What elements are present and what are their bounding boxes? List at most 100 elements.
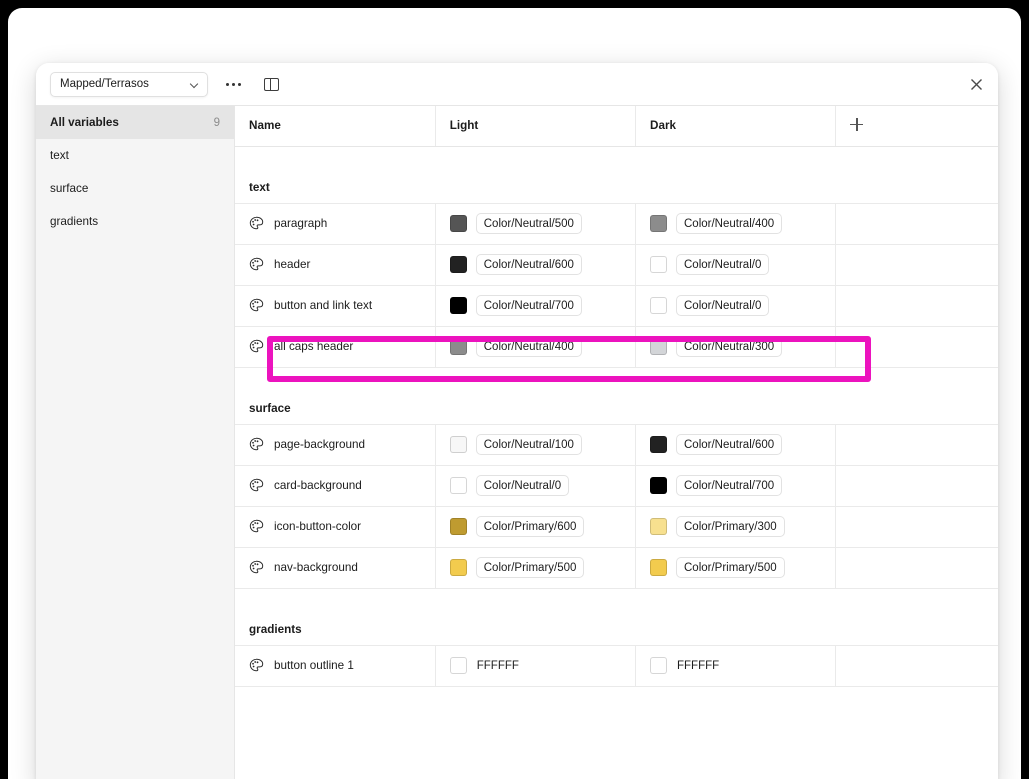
variable-dark-cell[interactable]: Color/Neutral/0 <box>635 244 837 286</box>
variable-dark-cell[interactable]: Color/Neutral/0 <box>635 285 837 327</box>
collection-dropdown[interactable]: Mapped/Terrasos <box>50 71 208 97</box>
sidebar-item-text[interactable]: text <box>36 139 234 172</box>
color-swatch[interactable] <box>449 215 467 232</box>
sidebar-item-surface[interactable]: surface <box>36 172 234 205</box>
more-options-button[interactable] <box>220 72 246 96</box>
sidebar-item-gradients[interactable]: gradients <box>36 205 234 238</box>
variable-name-wrapper: nav-background <box>235 560 435 575</box>
variable-light-cell[interactable]: Color/Neutral/600 <box>435 244 637 286</box>
value-label[interactable]: Color/Neutral/100 <box>475 434 582 455</box>
value-label[interactable]: Color/Neutral/600 <box>475 254 582 275</box>
variable-name-cell[interactable]: header <box>235 244 436 286</box>
column-header-dark[interactable]: Dark <box>635 106 837 147</box>
value-label[interactable]: Color/Neutral/300 <box>676 336 783 357</box>
variable-name-cell[interactable]: page-background <box>235 424 436 466</box>
value-label[interactable]: Color/Neutral/600 <box>676 434 783 455</box>
variable-light-cell[interactable]: Color/Neutral/100 <box>435 424 637 466</box>
variable-light-cell[interactable]: Color/Neutral/500 <box>435 203 637 245</box>
color-swatch[interactable] <box>650 297 667 314</box>
value-label[interactable]: Color/Primary/500 <box>475 557 585 578</box>
variable-name-cell[interactable]: button outline 1 <box>235 645 436 687</box>
value-label[interactable]: Color/Neutral/500 <box>475 213 582 234</box>
value-label[interactable]: Color/Neutral/0 <box>676 295 770 316</box>
color-swatch[interactable] <box>449 657 467 674</box>
color-palette-icon <box>249 560 264 574</box>
variable-name-label: icon-button-color <box>274 520 362 533</box>
value-label[interactable]: Color/Neutral/700 <box>676 475 783 496</box>
variable-dark-cell[interactable]: Color/Primary/500 <box>635 547 837 589</box>
color-swatch[interactable] <box>449 559 467 576</box>
panel-toggle-button[interactable] <box>258 72 284 96</box>
variable-light-cell[interactable]: Color/Primary/600 <box>435 506 637 548</box>
value-label[interactable]: Color/Neutral/400 <box>676 213 783 234</box>
group-header-row: surface <box>235 367 998 425</box>
column-header-light[interactable]: Light <box>435 106 637 147</box>
table-row[interactable]: nav-background Color/Primary/500 Color/Pri… <box>235 547 998 589</box>
variable-light-cell[interactable]: Color/Neutral/0 <box>435 465 637 507</box>
color-palette-icon <box>249 257 264 271</box>
variable-name-cell[interactable]: icon-button-color <box>235 506 436 548</box>
group-name: surface <box>235 367 998 425</box>
variable-light-cell[interactable]: Color/Neutral/400 <box>435 326 637 368</box>
color-swatch[interactable] <box>449 477 467 494</box>
variable-name-label: paragraph <box>274 217 328 230</box>
value-label[interactable]: Color/Primary/500 <box>676 557 785 578</box>
empty-mode-cell <box>835 506 998 548</box>
table-row[interactable]: button outline 1 FFFFFF FFFFFF <box>235 645 998 687</box>
color-swatch[interactable] <box>449 436 467 453</box>
table-row[interactable]: icon-button-color Color/Primary/600 Color/… <box>235 506 998 548</box>
column-header-name[interactable]: Name <box>235 106 436 147</box>
empty-mode-cell <box>835 645 998 687</box>
sidebar-item-all-variables[interactable]: All variables 9 <box>36 106 234 139</box>
variable-dark-cell[interactable]: Color/Neutral/400 <box>635 203 837 245</box>
color-swatch[interactable] <box>449 518 467 535</box>
value-wrapper: Color/Neutral/700 <box>436 295 635 316</box>
color-swatch[interactable] <box>650 338 667 355</box>
table-row[interactable]: card-background Color/Neutral/0 Color/Neut… <box>235 465 998 507</box>
color-swatch[interactable] <box>650 518 667 535</box>
variable-light-cell[interactable]: Color/Primary/500 <box>435 547 637 589</box>
empty-mode-cell <box>835 285 998 327</box>
variable-name-cell[interactable]: card-background <box>235 465 436 507</box>
color-swatch[interactable] <box>650 215 667 232</box>
color-palette-icon <box>249 437 264 451</box>
value-label: FFFFFF <box>476 659 519 672</box>
ellipsis-icon-dot <box>225 82 229 86</box>
table-row[interactable]: button and link text Color/Neutral/700 Col… <box>235 285 998 327</box>
value-label[interactable]: Color/Primary/300 <box>676 516 785 537</box>
value-label[interactable]: Color/Primary/600 <box>475 516 585 537</box>
variable-dark-cell[interactable]: Color/Primary/300 <box>635 506 837 548</box>
table-row[interactable]: page-background Color/Neutral/100 Color/Ne… <box>235 424 998 466</box>
value-label[interactable]: Color/Neutral/700 <box>475 295 582 316</box>
variable-dark-cell[interactable]: Color/Neutral/300 <box>635 326 837 368</box>
color-swatch[interactable] <box>449 256 467 273</box>
variable-light-cell[interactable]: Color/Neutral/700 <box>435 285 637 327</box>
variable-name-cell[interactable]: all caps header <box>235 326 436 368</box>
value-label[interactable]: Color/Neutral/0 <box>676 254 770 275</box>
variable-light-cell[interactable]: FFFFFF <box>435 645 637 687</box>
color-swatch[interactable] <box>449 338 467 355</box>
variable-name-label: nav-background <box>274 561 358 574</box>
variable-name-cell[interactable]: button and link text <box>235 285 436 327</box>
color-swatch[interactable] <box>650 436 667 453</box>
value-label[interactable]: Color/Neutral/0 <box>475 475 570 496</box>
color-swatch[interactable] <box>449 297 467 314</box>
color-swatch[interactable] <box>650 657 667 674</box>
variables-table: Name Light Dark text paragraph Color/Neutr… <box>235 106 998 687</box>
variable-name-cell[interactable]: nav-background <box>235 547 436 589</box>
variable-name-cell[interactable]: paragraph <box>235 203 436 245</box>
color-palette-icon <box>249 519 264 533</box>
variable-dark-cell[interactable]: Color/Neutral/700 <box>635 465 837 507</box>
color-swatch[interactable] <box>650 477 667 494</box>
color-swatch[interactable] <box>650 559 667 576</box>
empty-mode-cell <box>835 465 998 507</box>
close-button[interactable] <box>964 72 988 96</box>
plus-icon[interactable] <box>850 117 864 131</box>
table-row[interactable]: all caps header Color/Neutral/400 Color/Ne… <box>235 326 998 368</box>
color-swatch[interactable] <box>650 256 667 273</box>
variable-dark-cell[interactable]: FFFFFF <box>635 645 837 687</box>
table-row[interactable]: paragraph Color/Neutral/500 Color/Neutral/… <box>235 203 998 245</box>
value-label[interactable]: Color/Neutral/400 <box>475 336 582 357</box>
variable-dark-cell[interactable]: Color/Neutral/600 <box>635 424 837 466</box>
table-row[interactable]: header Color/Neutral/600 Color/Neutral/0 <box>235 244 998 286</box>
